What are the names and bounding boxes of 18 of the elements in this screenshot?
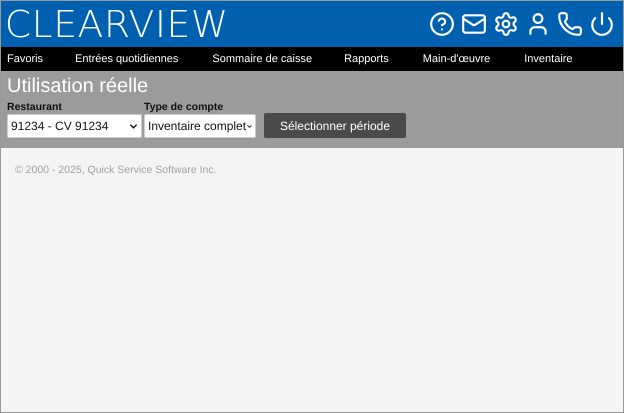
dropdown[interactable]: 91234 - CV 91234 xyxy=(7,114,142,138)
copyright-text: © 2000 - 2025, Quick Service Software Inc. xyxy=(14,163,218,178)
page-title: Utilisation réelle xyxy=(7,75,150,97)
field-label: Restaurant xyxy=(7,101,63,113)
nav-item[interactable]: Entrées quotidiennes xyxy=(75,53,178,65)
help-icon[interactable] xyxy=(429,11,455,37)
power-icon[interactable] xyxy=(589,11,615,37)
nav-item[interactable]: Sommaire de caisse xyxy=(212,53,312,65)
phone-icon[interactable] xyxy=(557,11,583,37)
dropdown[interactable]: Inventaire complet xyxy=(144,114,256,138)
settings-icon[interactable] xyxy=(493,11,519,37)
nav-item[interactable]: Rapports xyxy=(344,53,389,65)
nav-item[interactable]: Favoris xyxy=(7,53,44,65)
nav-item[interactable]: Main-d'œuvre xyxy=(422,53,490,65)
logo: CLEARVIEW xyxy=(4,6,229,42)
select-period-button[interactable]: Sélectionner période xyxy=(264,113,406,138)
nav-item[interactable]: Inventaire xyxy=(524,53,573,65)
field-label: Type de compte xyxy=(144,101,224,113)
